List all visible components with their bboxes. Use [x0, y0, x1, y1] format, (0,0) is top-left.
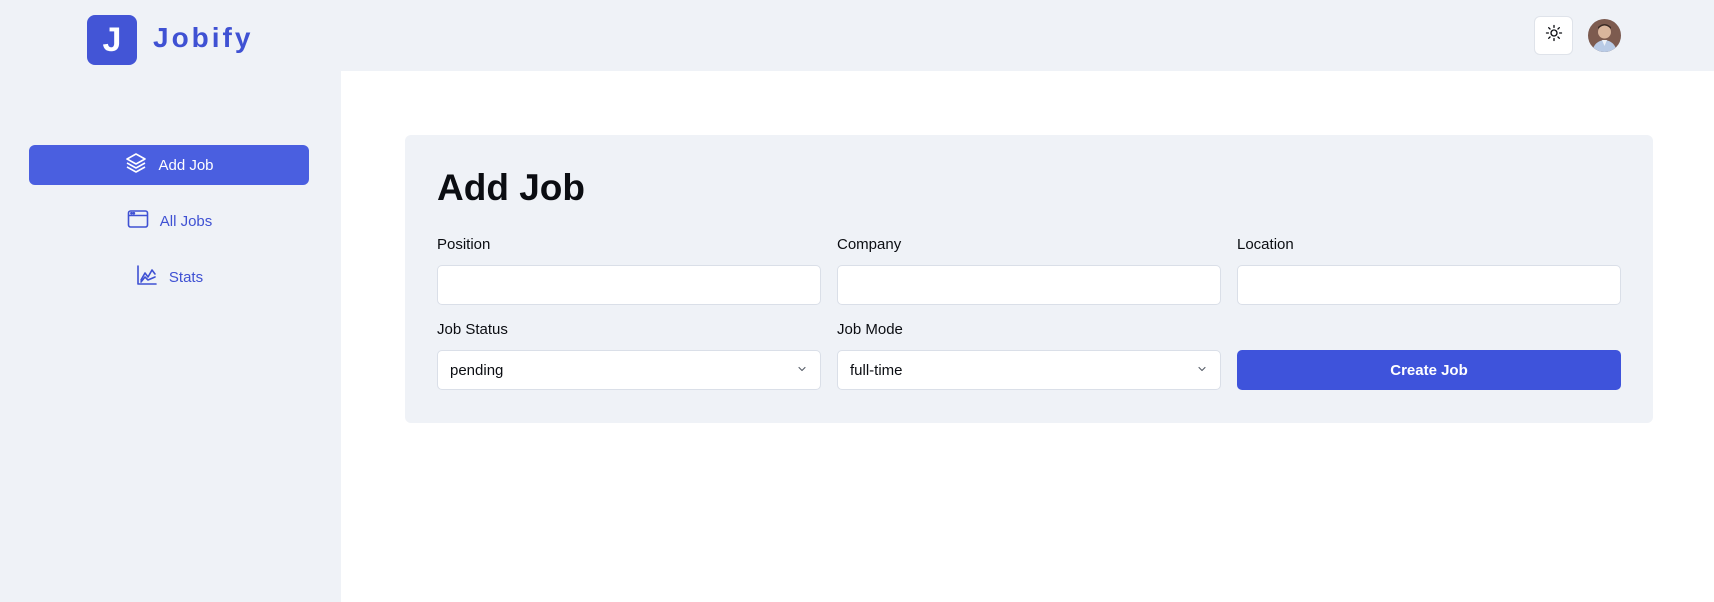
job-mode-label: Job Mode — [837, 321, 903, 338]
brand-name: Jobify — [153, 22, 254, 53]
company-input[interactable] — [837, 265, 1221, 305]
sidebar-item-label: Add Job — [158, 156, 214, 174]
sidebar-item-label: All Jobs — [159, 212, 213, 230]
sidebar: J Jobify Add Job All Jobs Stats — [0, 0, 341, 602]
chart-icon — [135, 263, 159, 291]
location-label: Location — [1237, 236, 1294, 253]
avatar[interactable] — [1588, 19, 1621, 52]
position-label: Position — [437, 236, 491, 253]
theme-toggle-button[interactable] — [1534, 16, 1573, 55]
job-status-field-group: Job Status pending — [437, 321, 821, 390]
logo-letter: J — [102, 20, 122, 59]
sidebar-item-stats[interactable]: Stats — [29, 257, 309, 297]
page-title: Add Job — [437, 167, 585, 208]
company-field-group: Company — [837, 236, 1221, 305]
job-status-select[interactable]: pending — [437, 350, 821, 390]
sidebar-item-label: Stats — [168, 268, 204, 286]
job-mode-field-group: Job Mode full-time — [837, 321, 1221, 390]
job-mode-value: full-time — [850, 361, 903, 379]
add-job-form: Add Job Position Company Location Job St… — [405, 135, 1653, 423]
location-input[interactable] — [1237, 265, 1621, 305]
chevron-down-icon — [1196, 362, 1208, 379]
sidebar-item-add-job[interactable]: Add Job — [29, 145, 309, 185]
job-status-value: pending — [450, 361, 504, 379]
logo[interactable]: J — [87, 15, 137, 65]
create-job-button[interactable]: Create Job — [1237, 350, 1621, 390]
company-label: Company — [837, 236, 902, 253]
chevron-down-icon — [796, 362, 808, 379]
location-field-group: Location — [1237, 236, 1621, 305]
position-field-group: Position — [437, 236, 821, 305]
sun-icon — [1545, 24, 1563, 47]
browser-window-icon — [126, 207, 150, 235]
job-mode-select[interactable]: full-time — [837, 350, 1221, 390]
sidebar-nav: Add Job All Jobs Stats — [29, 145, 309, 313]
position-input[interactable] — [437, 265, 821, 305]
main-content: Add Job Position Company Location Job St… — [341, 71, 1714, 602]
job-status-label: Job Status — [437, 321, 508, 338]
sidebar-item-all-jobs[interactable]: All Jobs — [29, 201, 309, 241]
layers-icon — [124, 151, 148, 179]
